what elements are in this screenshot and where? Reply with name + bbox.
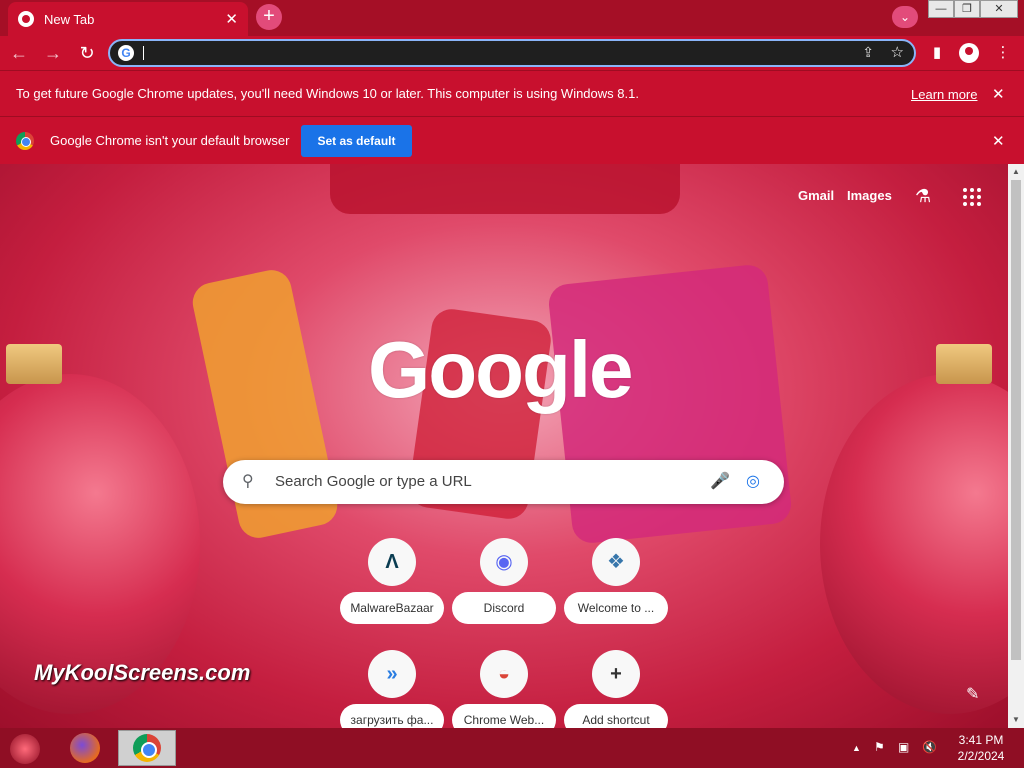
avatar	[959, 43, 979, 63]
search-box[interactable]: ⚲ Search Google or type a URL 🎤 ◎	[223, 460, 784, 504]
shortcut-tile[interactable]: ❖ Welcome to ...	[564, 538, 668, 628]
tray-up-arrow-icon[interactable]: ▲	[852, 743, 861, 753]
flag-icon[interactable]: ⚑	[874, 740, 885, 754]
profile-button[interactable]	[956, 40, 982, 66]
browser-toolbar: ← → ↻ G ⇪ ☆ ▮ ⋮	[0, 36, 1024, 70]
clock-date: 2/2/2024	[957, 749, 1005, 763]
chrome-logo-icon	[16, 131, 34, 150]
taskbar-chrome[interactable]	[118, 730, 176, 766]
shortcut-tile[interactable]: Λ MalwareBazaar	[340, 538, 444, 628]
microphone-icon[interactable]: 🎤	[710, 471, 730, 491]
shortcut-label: загрузить фа...	[340, 704, 444, 728]
menu-icon[interactable]: ⋮	[990, 40, 1016, 66]
scroll-up-arrow-icon[interactable]: ▲	[1008, 164, 1024, 180]
tab-search-button[interactable]: ⌄	[892, 6, 918, 28]
learn-more-link[interactable]: Learn more	[911, 87, 977, 102]
close-icon[interactable]: ✕	[992, 85, 1005, 103]
search-icon: ⚲	[242, 473, 254, 490]
ornament-cap-right	[936, 344, 992, 384]
close-icon[interactable]: ✕	[992, 132, 1005, 150]
set-as-default-button[interactable]: Set as default	[301, 124, 412, 157]
tab-close-icon[interactable]: ✕	[225, 10, 238, 28]
update-infobar: To get future Google Chrome updates, you…	[0, 70, 1024, 116]
system-clock[interactable]: 3:41 PM 2/2/2024	[948, 732, 1014, 764]
side-panel-icon[interactable]: ▮	[924, 40, 950, 66]
shortcut-icon: Λ	[368, 538, 416, 586]
shortcut-label: Chrome Web...	[452, 704, 556, 728]
default-browser-infobar: Google Chrome isn't your default browser…	[0, 116, 1024, 164]
gmail-link[interactable]: Gmail	[798, 188, 834, 203]
shortcut-label: Discord	[452, 592, 556, 624]
google-g-icon: G	[118, 45, 134, 61]
scrollbar-thumb[interactable]	[1011, 180, 1021, 660]
shortcut-icon: »	[368, 650, 416, 698]
shortcut-label: Add shortcut	[564, 704, 668, 728]
ornament-cap-left	[6, 344, 62, 384]
taskbar: ▲ ⚑ ▣ 🔇 3:41 PM 2/2/2024	[0, 728, 1024, 768]
start-button[interactable]	[10, 734, 40, 764]
google-logo: Google	[368, 325, 634, 414]
shortcut-icon: ◒	[480, 650, 528, 698]
shortcut-tile[interactable]: + Add shortcut	[564, 650, 668, 728]
new-tab-page: Gmail Images ⚗ Google ⚲ Search Google or…	[0, 164, 1008, 728]
top-letters-decoration	[330, 164, 680, 214]
default-browser-message: Google Chrome isn't your default browser	[50, 133, 290, 148]
shortcut-tile[interactable]: » загрузить фа...	[340, 650, 444, 728]
restore-button[interactable]: ❐	[954, 0, 980, 18]
network-icon[interactable]: ▣	[898, 740, 909, 754]
firefox-icon	[70, 733, 100, 763]
shortcut-label: Welcome to ...	[564, 592, 668, 624]
customize-pencil-icon[interactable]: ✎	[966, 684, 979, 704]
shortcut-icon: ◉	[480, 538, 528, 586]
shortcut-icon: ❖	[592, 538, 640, 586]
address-bar[interactable]: G ⇪ ☆	[108, 39, 916, 67]
forward-button[interactable]: →	[38, 38, 68, 68]
shortcut-tile[interactable]: ◉ Discord	[452, 538, 556, 628]
labs-flask-icon[interactable]: ⚗	[915, 186, 931, 207]
back-button[interactable]: ←	[4, 38, 34, 68]
clock-time: 3:41 PM	[958, 733, 1004, 747]
chrome-favicon-icon	[18, 11, 34, 27]
update-message: To get future Google Chrome updates, you…	[16, 86, 639, 101]
reload-button[interactable]: ↻	[72, 38, 102, 68]
bookmark-star-icon[interactable]: ☆	[891, 43, 904, 61]
share-icon[interactable]: ⇪	[862, 44, 874, 61]
text-caret	[143, 46, 144, 60]
title-bar: New Tab ✕ + ⌄ — ❐ ✕	[0, 0, 1024, 36]
minimize-button[interactable]: —	[928, 0, 954, 18]
shortcut-icon: +	[592, 650, 640, 698]
shortcut-label: MalwareBazaar	[340, 592, 444, 624]
google-lens-icon[interactable]: ◎	[746, 471, 760, 491]
tab-title: New Tab	[44, 11, 95, 27]
google-apps-icon[interactable]	[963, 188, 981, 206]
window-close-button[interactable]: ✕	[980, 0, 1018, 18]
watermark-text: MyKoolScreens.com	[34, 660, 251, 685]
new-tab-button[interactable]: +	[256, 4, 282, 30]
scrollbar[interactable]: ▲ ▼	[1008, 164, 1024, 728]
images-link[interactable]: Images	[847, 188, 892, 203]
search-input[interactable]: Search Google or type a URL	[275, 473, 472, 490]
volume-muted-icon[interactable]: 🔇	[922, 740, 937, 754]
tab-new-tab[interactable]: New Tab ✕	[8, 2, 248, 36]
taskbar-firefox[interactable]	[56, 730, 114, 766]
ornament-right	[820, 374, 1008, 714]
scroll-down-arrow-icon[interactable]: ▼	[1008, 712, 1024, 728]
chrome-icon	[133, 734, 161, 762]
shortcut-tile[interactable]: ◒ Chrome Web...	[452, 650, 556, 728]
